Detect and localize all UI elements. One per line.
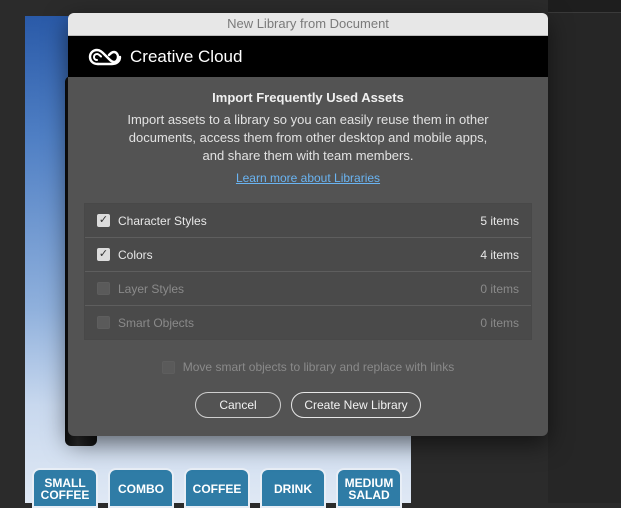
new-library-dialog: New Library from Document Creative Cloud…	[68, 13, 548, 436]
ruler	[548, 0, 621, 13]
menu-button-coffee: COFFEE	[184, 468, 250, 508]
asset-count: 0 items	[480, 281, 519, 296]
dialog-buttons: Cancel Create New Library	[84, 392, 532, 418]
cancel-button[interactable]: Cancel	[195, 392, 281, 418]
create-new-library-button[interactable]: Create New Library	[291, 392, 421, 418]
asset-name: Character Styles	[118, 213, 207, 228]
asset-row-character-styles[interactable]: ✓ Character Styles 5 items	[85, 204, 531, 238]
learn-more-link[interactable]: Learn more about Libraries	[236, 171, 380, 185]
checkbox-checked-icon[interactable]: ✓	[97, 214, 110, 227]
smart-objects-option-label: Move smart objects to library and replac…	[182, 360, 455, 374]
menu-button-small-coffee: SMALL COFFEE	[32, 468, 98, 508]
checkbox-unchecked-icon	[97, 316, 110, 329]
checkbox-checked-icon[interactable]: ✓	[97, 248, 110, 261]
right-panel	[548, 0, 621, 503]
checkbox-unchecked-icon	[97, 282, 110, 295]
menu-button-drink: DRINK	[260, 468, 326, 508]
asset-name: Colors	[118, 247, 153, 262]
canvas-menu-buttons: SMALL COFFEE COMBO COFFEE DRINK MEDIUM S…	[32, 468, 412, 508]
asset-name: Smart Objects	[118, 315, 195, 330]
dialog-heading: Import Frequently Used Assets	[212, 90, 404, 105]
creative-cloud-logo-icon	[88, 48, 122, 65]
dialog-title: New Library from Document	[68, 13, 548, 36]
asset-name: Layer Styles	[118, 281, 185, 296]
creative-cloud-title: Creative Cloud	[130, 46, 243, 66]
asset-count: 4 items	[480, 247, 519, 262]
asset-list: ✓ Character Styles 5 items ✓ Colors 4 it…	[84, 203, 532, 340]
checkbox-unchecked-icon	[161, 360, 175, 374]
smart-objects-option: Move smart objects to library and replac…	[84, 360, 532, 374]
menu-button-combo: COMBO	[108, 468, 174, 508]
asset-row-colors[interactable]: ✓ Colors 4 items	[85, 238, 531, 272]
creative-cloud-header: Creative Cloud	[68, 36, 548, 77]
asset-count: 5 items	[480, 213, 519, 228]
dialog-description: Import assets to a library so you can ea…	[127, 112, 489, 163]
asset-count: 0 items	[480, 315, 519, 330]
menu-button-medium-salad: MEDIUM SALAD	[336, 468, 402, 508]
asset-row-layer-styles: Layer Styles 0 items	[85, 272, 531, 306]
asset-row-smart-objects: Smart Objects 0 items	[85, 306, 531, 339]
